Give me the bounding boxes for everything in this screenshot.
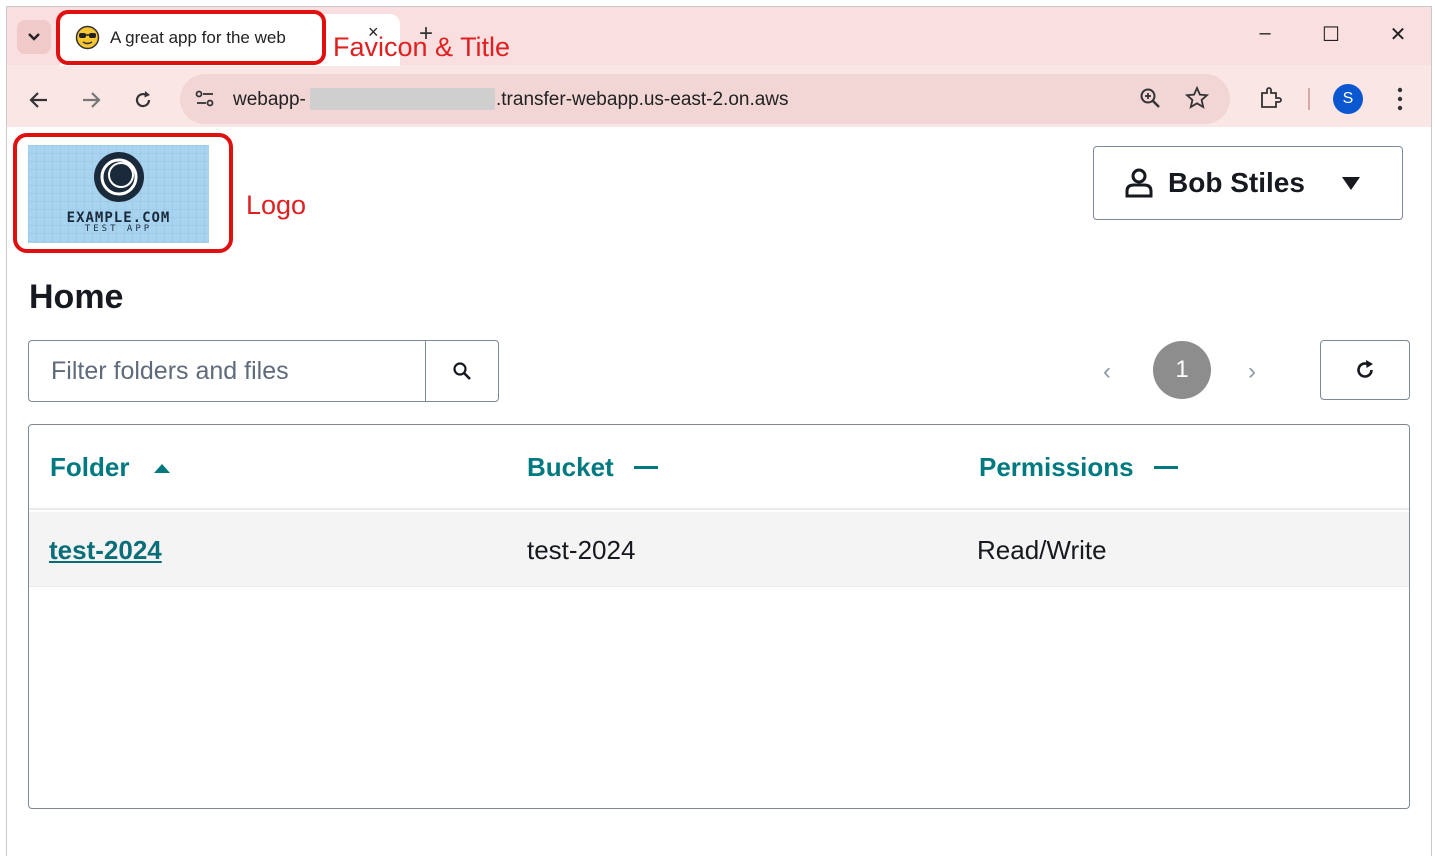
folder-link[interactable]: test-2024: [49, 535, 162, 566]
unsorted-icon: [1153, 465, 1178, 469]
column-label: Permissions: [979, 452, 1134, 482]
tab-search-button[interactable]: [17, 20, 51, 54]
refresh-button[interactable]: [1320, 340, 1410, 400]
chevron-down-icon: [28, 33, 40, 41]
refresh-icon: [1357, 360, 1373, 378]
profile-avatar[interactable]: S: [1333, 84, 1363, 114]
url-text-start: webapp-: [233, 89, 306, 110]
url-text-end: .transfer-webapp.us-east-2.on.aws: [496, 89, 789, 110]
permissions-cell: Read/Write: [977, 535, 1107, 565]
browser-menu-icon[interactable]: [1390, 86, 1410, 117]
next-page-icon[interactable]: ›: [1248, 358, 1256, 386]
logo-annotation: Logo: [246, 190, 307, 220]
forward-icon[interactable]: [76, 85, 106, 115]
search-icon: [453, 362, 471, 380]
favicon-title-highlight: [56, 10, 326, 65]
site-settings-icon[interactable]: [194, 88, 216, 115]
url-redacted: [310, 88, 495, 110]
table-row: [29, 512, 1409, 587]
column-label: Bucket: [527, 452, 614, 482]
column-header-permissions[interactable]: Permissions: [979, 452, 1178, 483]
extensions-icon[interactable]: [1258, 86, 1282, 115]
favicon-title-annotation: Favicon & Title: [333, 32, 511, 62]
search-button[interactable]: [425, 340, 499, 402]
folders-table: [28, 424, 1410, 809]
filter-input[interactable]: [28, 340, 426, 402]
maximize-icon[interactable]: ☐: [1316, 22, 1346, 47]
zoom-icon[interactable]: [1139, 87, 1161, 114]
unsorted-icon: [633, 465, 658, 469]
reload-icon[interactable]: [128, 85, 158, 115]
toolbar-separator: [1308, 88, 1310, 110]
column-header-bucket[interactable]: Bucket: [527, 452, 658, 483]
bucket-cell: test-2024: [527, 535, 636, 565]
user-name: Bob Stiles: [1168, 167, 1305, 198]
caret-down-icon: [1341, 177, 1360, 190]
sort-ascending-icon: [154, 463, 171, 473]
logo-highlight: [13, 133, 233, 253]
column-label: Folder: [50, 452, 130, 482]
close-window-icon[interactable]: ✕: [1383, 22, 1413, 47]
prev-page-icon[interactable]: ‹: [1103, 358, 1111, 386]
column-header-folder[interactable]: Folder: [50, 452, 171, 483]
current-page[interactable]: 1: [1153, 341, 1211, 399]
user-icon: [1125, 168, 1153, 198]
back-icon[interactable]: [24, 85, 54, 115]
minimize-icon[interactable]: –: [1250, 22, 1280, 45]
header-divider: [29, 508, 1409, 510]
page-title: Home: [29, 278, 124, 316]
user-menu-button[interactable]: Bob Stiles: [1093, 146, 1403, 220]
bookmark-star-icon[interactable]: [1184, 85, 1210, 115]
